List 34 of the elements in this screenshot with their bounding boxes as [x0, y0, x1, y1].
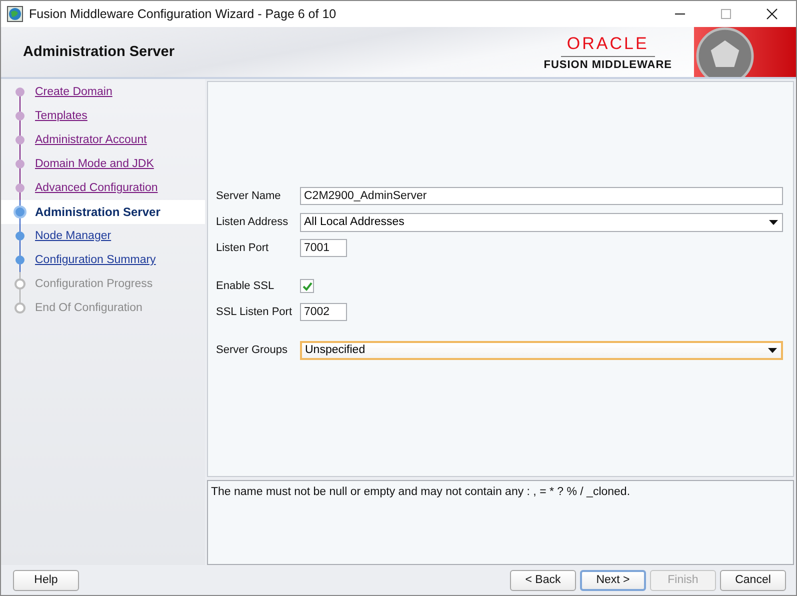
- field-label: Listen Port: [216, 242, 270, 254]
- step-link[interactable]: Advanced Configuration: [35, 182, 158, 194]
- caret-icon: [769, 220, 778, 224]
- input-field[interactable]: 7001: [300, 239, 347, 257]
- step-link[interactable]: Templates: [35, 110, 88, 122]
- wizard-button[interactable]: < Back: [510, 570, 576, 590]
- brand-logo: ORACLE: [560, 34, 655, 56]
- input-field[interactable]: 7002: [300, 303, 347, 321]
- product-name: FUSION MIDDLEWARE: [544, 58, 672, 70]
- step-link[interactable]: Create Domain: [35, 86, 112, 98]
- help-button[interactable]: Help: [13, 570, 79, 590]
- globe-icon: [7, 6, 23, 22]
- dropdown[interactable]: Unspecified: [300, 340, 783, 360]
- page-title: Administration Server: [22, 44, 174, 60]
- window-title: Fusion Middleware Configuration Wizard - Page 6 of 10: [29, 7, 336, 21]
- wizard-button[interactable]: Cancel: [720, 570, 786, 590]
- field-label: SSL Listen Port: [216, 306, 294, 318]
- step-link[interactable]: Administrator Account: [35, 134, 147, 146]
- step-link[interactable]: Node Manager: [35, 230, 112, 242]
- step-link: End Of Configuration: [35, 302, 142, 314]
- step-link[interactable]: Configuration Summary: [35, 254, 156, 266]
- field-label: Server Groups: [216, 344, 289, 356]
- wizard-button[interactable]: Next >: [580, 570, 646, 590]
- close-icon[interactable]: [766, 8, 778, 20]
- step-link[interactable]: Domain Mode and JDK: [35, 158, 154, 170]
- field-label: Listen Address: [216, 216, 290, 228]
- field-label: Enable SSL: [216, 280, 276, 292]
- checkbox[interactable]: [300, 279, 314, 293]
- step-link: Configuration Progress: [35, 278, 153, 290]
- caret-icon: [768, 348, 777, 352]
- input-field[interactable]: C2M2900_AdminServer: [300, 187, 783, 205]
- validation-message: The name must not be null or empty and may not contain any : , = * ? % / _cloned.: [211, 486, 630, 498]
- dropdown[interactable]: All Local Addresses: [300, 212, 783, 232]
- field-label: Server Name: [216, 190, 282, 202]
